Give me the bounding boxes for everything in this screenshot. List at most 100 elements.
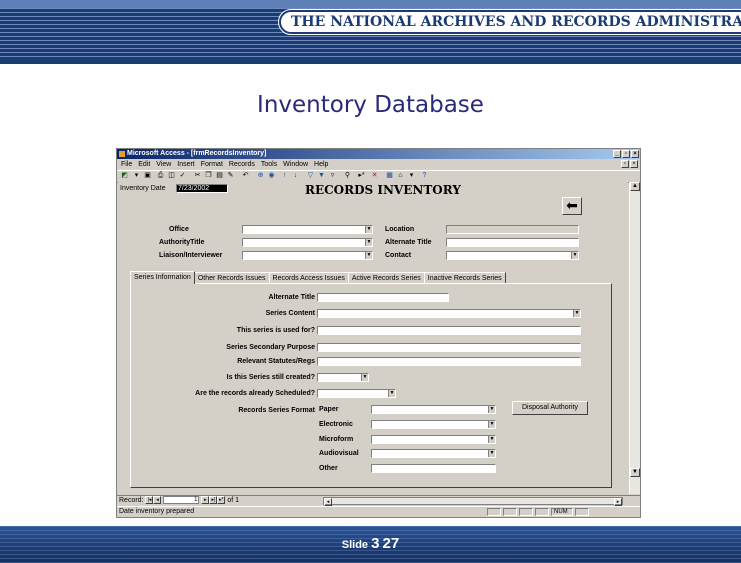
menu-view[interactable]: View <box>156 161 171 168</box>
copy-icon[interactable]: ❐ <box>204 172 213 180</box>
close-icon[interactable]: × <box>631 150 639 158</box>
save-icon[interactable]: ▣ <box>143 172 152 180</box>
format-paper-combo[interactable]: ▼ <box>371 405 496 414</box>
form-body: Inventory Date 7/23/2002 RECORDS INVENTO… <box>118 182 628 494</box>
series-information-page: Alternate Title Series Content ▼ This se… <box>130 283 612 488</box>
format-electronic-label: Electronic <box>319 421 353 428</box>
audiovisual-dropdown-icon[interactable]: ▼ <box>488 450 495 457</box>
menu-insert[interactable]: Insert <box>177 161 195 168</box>
authority-title-combo[interactable]: ▼ <box>242 238 373 247</box>
find-icon[interactable]: ⚲ <box>343 172 352 180</box>
liaison-dropdown-icon[interactable]: ▼ <box>365 252 372 259</box>
first-record-icon[interactable]: |◂ <box>145 496 154 505</box>
spelling-icon[interactable]: ✓ <box>178 172 187 180</box>
statutes-field[interactable] <box>317 357 581 366</box>
status-text: Date inventory prepared <box>119 508 195 515</box>
print-preview-icon[interactable]: ◫ <box>167 172 176 180</box>
delete-record-icon[interactable]: ✕ <box>370 172 379 180</box>
web-toolbar-icon[interactable]: ◉ <box>267 172 276 180</box>
filter-by-selection-icon[interactable]: ▽ <box>306 172 315 180</box>
undo-icon[interactable]: ↶ <box>241 172 250 180</box>
sort-descending-icon[interactable]: ↓ <box>291 172 300 180</box>
inventory-date-field[interactable]: 7/23/2002 <box>176 184 228 193</box>
format-microform-combo[interactable]: ▼ <box>371 435 496 444</box>
filter-by-form-icon[interactable]: ▼ <box>317 172 326 180</box>
status-panel <box>519 508 533 516</box>
format-painter-icon[interactable]: ✎ <box>226 172 235 180</box>
sort-ascending-icon[interactable]: ↑ <box>280 172 289 180</box>
microform-dropdown-icon[interactable]: ▼ <box>488 436 495 443</box>
scroll-up-icon[interactable]: ▲ <box>630 182 640 191</box>
already-scheduled-label: Are the records already Scheduled? <box>195 390 315 397</box>
record-number-field[interactable]: 1 <box>163 496 200 505</box>
still-created-dropdown-icon[interactable]: ▼ <box>361 374 368 381</box>
doc-restore-icon[interactable]: ▫ <box>621 160 629 168</box>
slide-total: 27 <box>382 535 400 552</box>
doc-close-icon[interactable]: × <box>630 160 638 168</box>
menu-records[interactable]: Records <box>229 161 255 168</box>
office-combo[interactable]: ▼ <box>242 225 373 234</box>
format-other-field[interactable] <box>371 464 496 473</box>
new-record-icon[interactable]: ▸* <box>357 172 366 180</box>
slide-footer-band: Slide 3 27 <box>0 526 741 563</box>
help-icon[interactable]: ? <box>420 172 429 180</box>
scroll-down-icon[interactable]: ▼ <box>630 468 640 477</box>
location-field[interactable] <box>446 225 579 234</box>
database-window-icon[interactable]: ▦ <box>385 172 394 180</box>
scroll-right-icon[interactable]: ▸ <box>614 498 622 506</box>
still-created-combo[interactable]: ▼ <box>317 373 369 382</box>
next-record-icon[interactable]: ▸ <box>201 496 210 505</box>
paste-icon[interactable]: ▤ <box>215 172 224 180</box>
new-record-nav-icon[interactable]: ▸* <box>217 496 226 505</box>
vertical-scrollbar[interactable]: ▲ ▼ <box>629 182 640 494</box>
print-icon[interactable]: ⎙ <box>156 172 165 180</box>
electronic-dropdown-icon[interactable]: ▼ <box>488 421 495 428</box>
new-object-dropdown-icon[interactable]: ▾ <box>407 172 416 180</box>
authority-dropdown-icon[interactable]: ▼ <box>365 239 372 246</box>
paper-dropdown-icon[interactable]: ▼ <box>488 406 495 413</box>
new-object-icon[interactable]: ⌂ <box>396 172 405 180</box>
previous-record-icon[interactable]: ◂ <box>153 496 162 505</box>
liaison-combo[interactable]: ▼ <box>242 251 373 260</box>
office-label: Office <box>169 226 189 233</box>
cut-icon[interactable]: ✂ <box>193 172 202 180</box>
series-alternate-title-field[interactable] <box>317 293 449 302</box>
status-panel <box>575 508 589 516</box>
format-audiovisual-combo[interactable]: ▼ <box>371 449 496 458</box>
contact-dropdown-icon[interactable]: ▼ <box>571 252 578 259</box>
menu-file[interactable]: File <box>121 161 132 168</box>
alternate-title-field[interactable] <box>446 238 579 247</box>
menu-window[interactable]: Window <box>283 161 308 168</box>
contact-combo[interactable]: ▼ <box>446 251 579 260</box>
series-content-label: Series Content <box>265 310 315 317</box>
menu-edit[interactable]: Edit <box>138 161 150 168</box>
location-label: Location <box>385 226 415 233</box>
format-electronic-combo[interactable]: ▼ <box>371 420 496 429</box>
series-content-dropdown-icon[interactable]: ▼ <box>573 310 580 317</box>
already-scheduled-dropdown-icon[interactable]: ▼ <box>388 390 395 397</box>
format-label: Records Series Format <box>238 407 315 414</box>
horizontal-scrollbar[interactable]: ◂ ▸ <box>323 497 623 506</box>
disposal-authority-button[interactable]: Disposal Authority <box>512 401 588 415</box>
scroll-left-icon[interactable]: ◂ <box>324 498 332 506</box>
used-for-field[interactable] <box>317 326 581 335</box>
series-alternate-title-label: Alternate Title <box>268 294 315 301</box>
slide-label: Slide <box>341 539 369 551</box>
menu-help[interactable]: Help <box>314 161 328 168</box>
hyperlink-icon[interactable]: ⊕ <box>256 172 265 180</box>
series-content-combo[interactable]: ▼ <box>317 309 581 318</box>
last-record-icon[interactable]: ▸| <box>209 496 218 505</box>
already-scheduled-combo[interactable]: ▼ <box>317 389 396 398</box>
office-dropdown-icon[interactable]: ▼ <box>365 226 372 233</box>
menu-tools[interactable]: Tools <box>261 161 277 168</box>
tab-series-information[interactable]: Series Information <box>130 271 195 284</box>
menu-bar: File Edit View Insert Format Records Too… <box>117 160 640 169</box>
back-arrow-icon[interactable]: ⬅ <box>562 197 582 215</box>
dropdown-icon[interactable]: ▾ <box>132 172 141 180</box>
minimize-icon[interactable]: _ <box>613 150 621 158</box>
view-icon[interactable]: ◩ <box>120 172 129 180</box>
menu-format[interactable]: Format <box>201 161 223 168</box>
restore-icon[interactable]: ▫ <box>622 150 630 158</box>
secondary-purpose-field[interactable] <box>317 343 581 352</box>
apply-filter-icon[interactable]: ▿ <box>328 172 337 180</box>
